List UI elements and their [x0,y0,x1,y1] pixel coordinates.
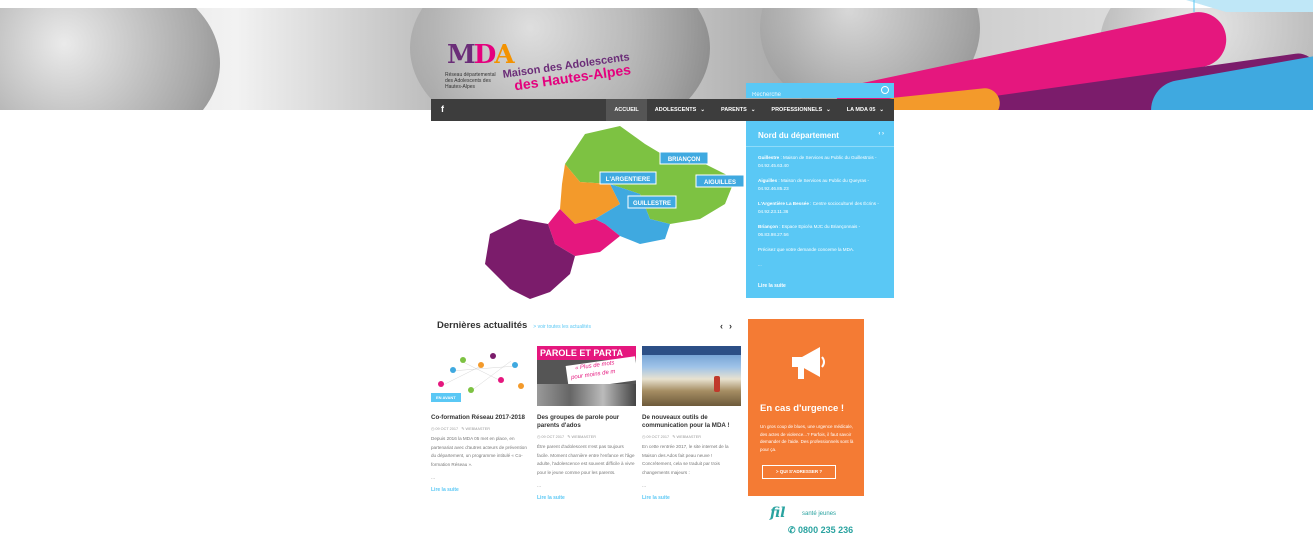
news-card-meta: ◷ 09 OCT 2017 ✎ WEBMASTER [642,435,702,439]
logo-name: Maison des Adolescents des Hautes-Alpes [501,51,632,94]
fil-sante-jeunes-logo[interactable]: fil santé jeunes ✆ 0800 235 236 [770,505,880,535]
panel-title: Nord du département ‹ › [746,121,894,147]
news-card-excerpt: Depuis 2016 la MDA 05 met en place, en p… [431,436,527,467]
map-label-guillestre[interactable]: GUILLESTRE [627,195,677,209]
emergency-text: Un gros coup de blues, une urgence médic… [760,424,854,452]
news-card-title[interactable]: De nouveaux outils de communication pour… [642,414,741,430]
news-card-excerpt: En cette rentrée 2017, le site internet … [642,444,729,475]
facebook-icon[interactable]: f [441,104,444,114]
panel-note: Précisez que votre demande concerne la M… [758,247,855,252]
chevron-down-icon: ⌄ [879,107,884,113]
fil-brand: fil [770,505,786,521]
contact-guillestre: Guillestre : Maison de Services au Publi… [758,155,877,168]
news-card-ellipsis: ... [537,483,542,489]
news-card[interactable]: De nouveaux outils de communication pour… [642,346,741,501]
news-card-title[interactable]: Co-formation Réseau 2017-2018 [431,414,530,422]
search-bar [746,83,894,101]
svg-text:L'ARGENTIERE: L'ARGENTIERE [606,177,650,183]
contact-argentiere: L'Argentière La Bessée : Centre sociocul… [758,201,879,214]
emergency-panel: En cas d'urgence ! Un gros coup de blues… [748,319,864,496]
nav-item-la-mda-05[interactable]: LA MDA 05 ⌄ [839,99,892,121]
svg-text:BRIANÇON: BRIANÇON [668,157,700,163]
news-card[interactable]: PAROLE ET PARTA « Plus de mots pour moin… [537,346,636,501]
chevron-down-icon: ⌄ [826,107,831,113]
megaphone-icon [792,347,825,379]
nav-item-accueil[interactable]: ACCUEIL [606,99,647,121]
news-carousel-nav: ‹› [720,321,738,331]
helpline-phone: ✆ 0800 235 236 [788,525,854,535]
news-card-read-more[interactable]: Lire la suite [537,495,636,501]
map-label-aiguilles[interactable]: AIGUILLES [695,174,745,188]
logo-subtitle: Réseau départemental des Adolescents des… [445,72,496,90]
logo-mark: MDA [447,40,515,70]
news-card-meta: ◷ 09 OCT 2017 ✎ WEBMASTER [537,435,597,439]
news-card-image[interactable]: EN AVANT [431,346,530,406]
news-card-read-more[interactable]: Lire la suite [642,495,741,501]
panel-nav-arrows[interactable]: ‹ › [878,131,884,137]
chevron-down-icon: ⌄ [750,107,756,113]
news-card-ellipsis: ... [431,475,436,481]
nav-item-adolescents[interactable]: ADOLESCENTS ⌄ [647,99,713,121]
chevron-right-icon[interactable]: › [729,321,738,331]
all-news-link[interactable]: > voir toutes les actualités [533,324,591,330]
header-banner [0,8,1313,110]
map-label-argentiere[interactable]: L'ARGENTIERE [599,171,657,185]
panel-ellipsis: ... [758,262,762,267]
north-department-panel: Nord du département ‹ › Guillestre : Mais… [746,121,894,298]
photo-strip [537,384,636,406]
news-card-title[interactable]: Des groupes de parole pour parents d'ado… [537,414,636,430]
news-section-title: Dernières actualités > voir toutes les ac… [437,320,591,331]
news-card-excerpt: Être parent d'adolescent n'est pas toujo… [537,444,635,475]
nav-item-parents[interactable]: PARENTS ⌄ [713,99,763,121]
map-label-briancon[interactable]: BRIANÇON [659,151,709,165]
contact-briancon: Briançon : Espace Epicéa MJC du Briançon… [758,224,861,237]
main-navigation: f ACCUEIL ADOLESCENTS ⌄ PARENTS ⌄ PROFESSI… [431,99,894,121]
nav-item-professionnels[interactable]: PROFESSIONNELS ⌄ [763,99,838,121]
department-map: BRIANÇON L'ARGENTIERE AIGUILLES GUILLEST… [485,126,745,299]
fil-brand-sub: santé jeunes [802,511,837,517]
news-card-image[interactable]: PAROLE ET PARTA « Plus de mots pour moin… [537,346,636,406]
news-card-meta: ◷ 09 OCT 2017 ✎ WEBMASTER [431,427,491,431]
featured-badge: EN AVANT [431,393,461,402]
corner-decoration [1186,0,1313,12]
contact-aiguilles: Aiguilles : Maison de Services au Public… [758,178,870,191]
news-card[interactable]: EN AVANT Co-formation Réseau 2017-2018 ◷… [431,346,530,493]
hiker-figure [714,376,720,392]
banner-photo-left [0,8,220,110]
chevron-down-icon: ⌄ [700,107,705,113]
svg-text:AIGUILLES: AIGUILLES [704,180,736,186]
search-icon[interactable] [881,86,889,94]
who-to-contact-button[interactable]: > QUI S'ADRESSER ? [762,465,836,479]
chevron-left-icon[interactable]: ‹ [720,321,729,331]
news-card-ellipsis: ... [642,483,647,489]
website-header-strip [642,346,741,355]
image-caption-1: PAROLE ET PARTA [540,348,623,358]
site-logo[interactable]: MDA Réseau départemental des Adolescents… [443,40,633,100]
panel-read-more-link[interactable]: Lire la suite [758,283,786,289]
emergency-title: En cas d'urgence ! [760,403,845,414]
phone-icon: ✆ [788,525,799,535]
news-card-image[interactable] [642,346,741,406]
svg-text:GUILLESTRE: GUILLESTRE [633,201,671,207]
news-card-read-more[interactable]: Lire la suite [431,487,530,493]
